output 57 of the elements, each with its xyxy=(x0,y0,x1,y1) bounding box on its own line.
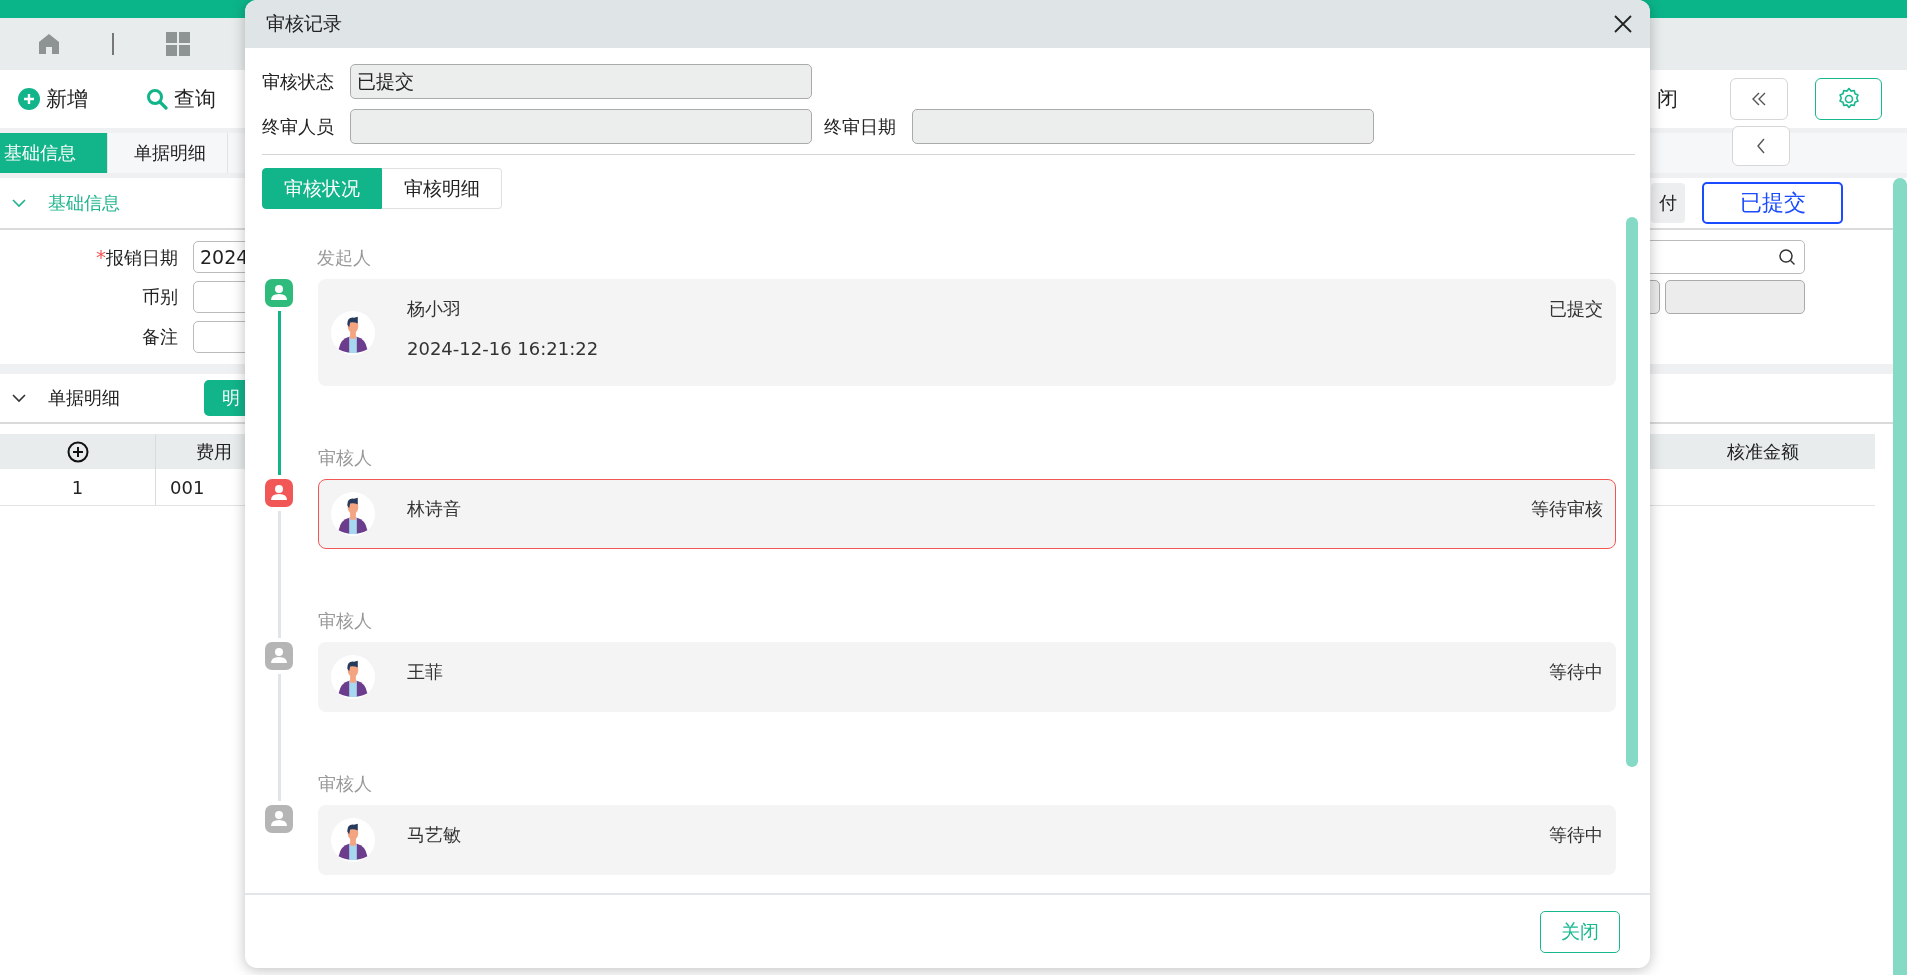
role-label: 审核人 xyxy=(318,609,373,633)
previous-button[interactable] xyxy=(1732,126,1790,166)
column-header: 核准金额 xyxy=(1726,439,1799,464)
approver-name: 林诗音 xyxy=(407,497,462,521)
field-label: 终审日期 xyxy=(824,114,897,139)
role-label: 发起人 xyxy=(317,246,372,270)
plus-circle-icon xyxy=(18,88,40,110)
close-button[interactable] xyxy=(1614,15,1632,33)
tab[interactable]: 审核明细 xyxy=(382,168,502,209)
avatar xyxy=(331,655,375,699)
dialog-title: 审核记录 xyxy=(266,11,342,36)
approval-status: 等待中 xyxy=(1549,660,1603,684)
settings-button[interactable] xyxy=(1815,78,1882,120)
avatar xyxy=(331,818,375,862)
avatar xyxy=(331,492,375,536)
toolbar-label[interactable]: 闭 xyxy=(1657,85,1678,113)
approver-name: 杨小羽 xyxy=(407,297,462,321)
role-label: 审核人 xyxy=(318,772,373,796)
field-label: 终审人员 xyxy=(262,114,335,139)
approver-name: 王菲 xyxy=(407,660,444,684)
settings-icon xyxy=(1836,87,1861,111)
add-button[interactable]: 新增 xyxy=(18,85,88,113)
input-field[interactable] xyxy=(350,109,812,144)
search-icon xyxy=(146,88,168,110)
field-label: *报销日期 xyxy=(95,244,178,270)
field-label: 审核状态 xyxy=(262,69,335,94)
search-button[interactable]: 查询 xyxy=(146,85,216,113)
chevron-icon[interactable] xyxy=(12,393,26,403)
avatar xyxy=(331,310,375,355)
input-field[interactable]: 已提交 xyxy=(350,64,812,99)
input-field[interactable] xyxy=(912,109,1374,144)
table-cell: 001 xyxy=(170,476,205,498)
add-row-icon[interactable] xyxy=(66,440,89,463)
section-title: 单据明细 xyxy=(48,386,121,410)
home-icon[interactable] xyxy=(38,33,60,55)
role-label: 审核人 xyxy=(318,446,373,470)
scrollbar[interactable] xyxy=(1893,178,1907,975)
field-label: 币别 xyxy=(141,285,178,309)
search-icon xyxy=(1778,248,1796,266)
tag: 付 xyxy=(1651,183,1685,223)
field-label: 备注 xyxy=(141,325,178,349)
status-stamp: 已提交 xyxy=(1702,182,1843,224)
double-chevron-icon xyxy=(1751,91,1767,107)
scrollbar[interactable] xyxy=(1626,217,1638,767)
column-header: 费用 xyxy=(196,439,232,464)
approver-name: 马艺敏 xyxy=(407,823,462,847)
input-field[interactable] xyxy=(1665,280,1805,314)
grid-icon[interactable] xyxy=(166,32,190,56)
section-title: 基础信息 xyxy=(48,191,120,215)
close-icon xyxy=(1614,15,1632,33)
approval-status: 等待中 xyxy=(1549,823,1603,847)
approval-status: 等待审核 xyxy=(1531,497,1603,521)
collapse-button[interactable] xyxy=(1730,78,1788,120)
approval-status: 已提交 xyxy=(1549,297,1603,321)
chevron-left-icon xyxy=(1756,138,1766,154)
table-cell: 1 xyxy=(71,476,84,498)
submit-time: 2024-12-16 16:21:22 xyxy=(407,338,600,359)
